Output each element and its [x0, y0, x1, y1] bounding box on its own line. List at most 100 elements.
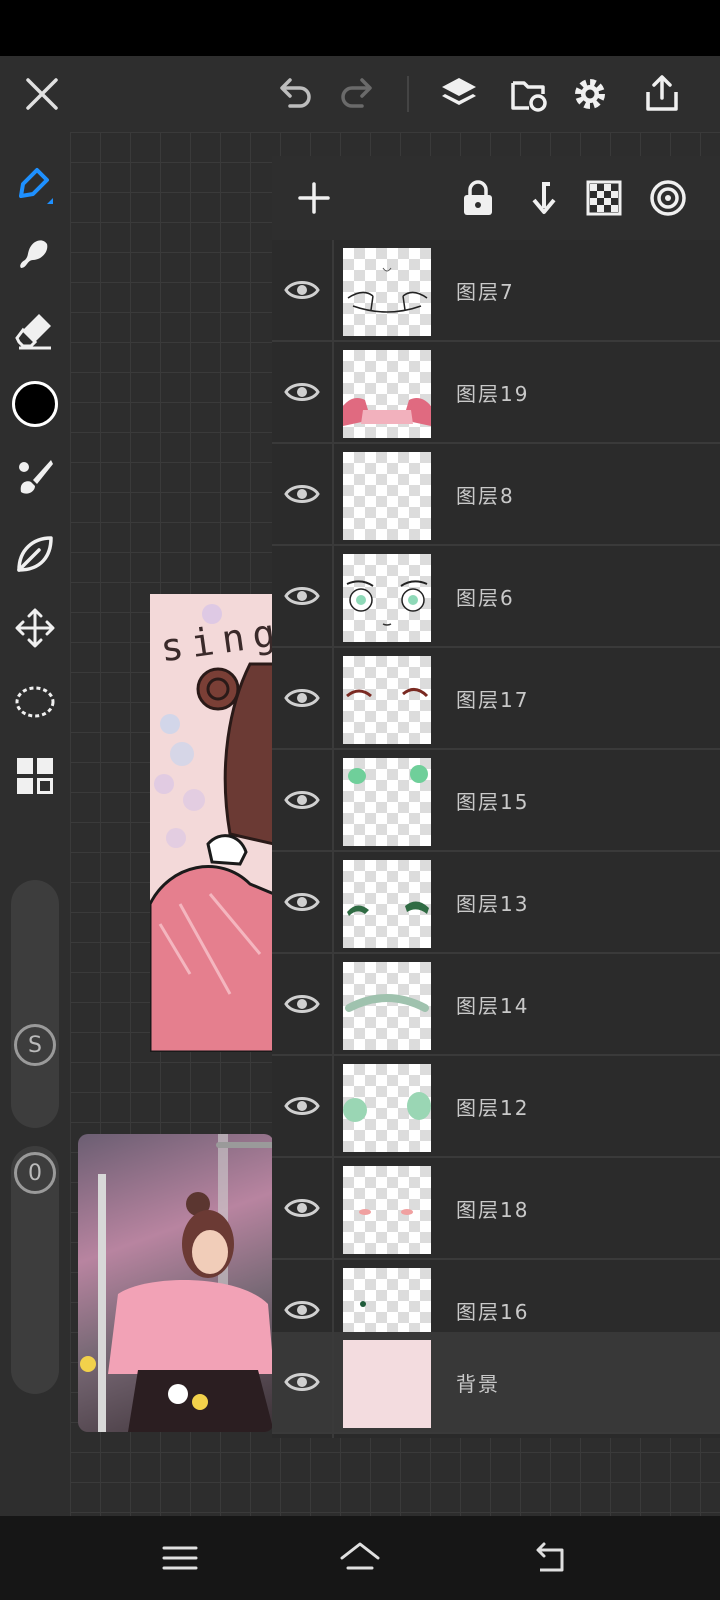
import-icon	[511, 81, 547, 112]
redo-button[interactable]	[326, 56, 390, 132]
close-button[interactable]	[10, 56, 74, 132]
eraser-tool[interactable]	[5, 300, 65, 360]
back-icon	[536, 1542, 564, 1572]
layer-thumbnail	[343, 1166, 431, 1254]
layer-name: 图层17	[456, 688, 530, 712]
layer-thumbnail	[343, 554, 431, 642]
layer-row[interactable]: 图层18	[272, 1158, 720, 1260]
eye-icon[interactable]	[282, 1290, 322, 1330]
reference-drag-handle[interactable]	[216, 1142, 276, 1148]
layer-name: 图层14	[456, 994, 530, 1018]
layer-name: 图层7	[456, 280, 515, 304]
layers-icon	[442, 78, 476, 105]
opacity-label: 0	[28, 1160, 42, 1186]
vector-tool[interactable]	[5, 524, 65, 584]
size-label: S	[28, 1032, 42, 1058]
layer-thumbnail	[343, 350, 431, 438]
eye-icon[interactable]	[282, 270, 322, 310]
layer-thumbnail	[343, 656, 431, 744]
undo-icon	[280, 78, 311, 108]
smudge-tool[interactable]	[5, 226, 65, 286]
layer-row[interactable]: 图层12	[272, 1056, 720, 1158]
artwork-canvas[interactable]: sing	[150, 594, 274, 1052]
reference-layer-button[interactable]	[638, 166, 698, 230]
settings-button[interactable]	[558, 56, 622, 132]
color-picker[interactable]	[5, 374, 65, 434]
undo-button[interactable]	[262, 56, 326, 132]
recent-apps-button[interactable]	[145, 1530, 215, 1586]
home-button[interactable]	[325, 1530, 395, 1586]
menu-icon	[162, 1546, 198, 1570]
close-icon	[26, 78, 58, 110]
eye-icon[interactable]	[282, 984, 322, 1024]
share-button[interactable]	[630, 56, 694, 132]
layer-row[interactable]: 图层7	[272, 240, 720, 342]
eye-icon[interactable]	[282, 1086, 322, 1126]
layer-name: 图层6	[456, 586, 515, 610]
size-knob[interactable]: S	[14, 1024, 56, 1066]
reference-image[interactable]	[78, 1134, 274, 1432]
layer-name: 图层19	[456, 382, 530, 406]
brush-size-slider[interactable]: S	[11, 880, 59, 1128]
eye-icon[interactable]	[282, 576, 322, 616]
eye-icon[interactable]	[282, 1362, 322, 1402]
system-nav-bar	[0, 1516, 720, 1600]
layer-name: 图层13	[456, 892, 530, 916]
opacity-slider[interactable]: 0	[11, 1146, 59, 1394]
grid-icon	[17, 758, 53, 794]
layer-row[interactable]: 图层17	[272, 648, 720, 750]
merge-down-button[interactable]	[512, 166, 572, 230]
transform-tool[interactable]	[5, 598, 65, 658]
layer-thumbnail	[343, 1064, 431, 1152]
eye-icon[interactable]	[282, 780, 322, 820]
top-toolbar	[0, 56, 720, 132]
layer-row[interactable]: 图层19	[272, 342, 720, 444]
move-icon	[15, 608, 55, 648]
layer-name: 图层15	[456, 790, 530, 814]
tool-sidebar: S 0	[0, 132, 70, 1516]
eye-icon[interactable]	[282, 372, 322, 412]
layer-thumbnail	[343, 860, 431, 948]
eye-icon[interactable]	[282, 1188, 322, 1228]
lock-layer-button[interactable]	[448, 166, 508, 230]
lasso-icon	[15, 686, 55, 718]
transparency-button[interactable]	[574, 166, 634, 230]
lasso-tool[interactable]	[5, 672, 65, 732]
import-button[interactable]	[497, 56, 561, 132]
share-icon	[646, 75, 678, 111]
layers-button[interactable]	[427, 56, 491, 132]
layer-row[interactable]: 图层13	[272, 852, 720, 954]
layer-row[interactable]: 图层8	[272, 444, 720, 546]
pen-tool[interactable]	[5, 154, 65, 214]
gallery-tool[interactable]	[5, 746, 65, 806]
transparency-icon	[586, 180, 622, 216]
layers-column-divider	[332, 240, 334, 1438]
status-bar	[0, 0, 720, 56]
layer-row[interactable]: 图层6	[272, 546, 720, 648]
eraser-icon	[15, 314, 51, 350]
eye-icon[interactable]	[282, 678, 322, 718]
lock-icon	[464, 180, 492, 215]
opacity-knob[interactable]: 0	[14, 1152, 56, 1194]
eye-icon[interactable]	[282, 474, 322, 514]
back-button[interactable]	[515, 1530, 585, 1586]
current-color-swatch	[12, 381, 58, 427]
layer-thumbnail	[343, 758, 431, 846]
layer-row[interactable]: 图层14	[272, 954, 720, 1056]
add-layer-icon	[298, 182, 330, 214]
layers-toolbar	[272, 156, 720, 240]
layer-thumbnail	[343, 248, 431, 336]
add-layer-button[interactable]	[284, 166, 344, 230]
layers-panel: 图层7 图层19 图层8 图层6 图层17 图层15 图层13 图层14 图层1…	[272, 156, 720, 1438]
layer-name: 图层8	[456, 484, 515, 508]
layer-name: 背景	[456, 1372, 500, 1396]
target-icon	[650, 180, 686, 216]
layer-thumbnail	[343, 452, 431, 540]
redo-icon	[341, 78, 372, 108]
background-layer-row[interactable]: 背景	[272, 1332, 720, 1434]
layer-row[interactable]: 图层15	[272, 750, 720, 852]
layer-name: 图层18	[456, 1198, 530, 1222]
eye-icon[interactable]	[282, 882, 322, 922]
brush-tool[interactable]	[5, 448, 65, 508]
layer-thumbnail	[343, 962, 431, 1050]
